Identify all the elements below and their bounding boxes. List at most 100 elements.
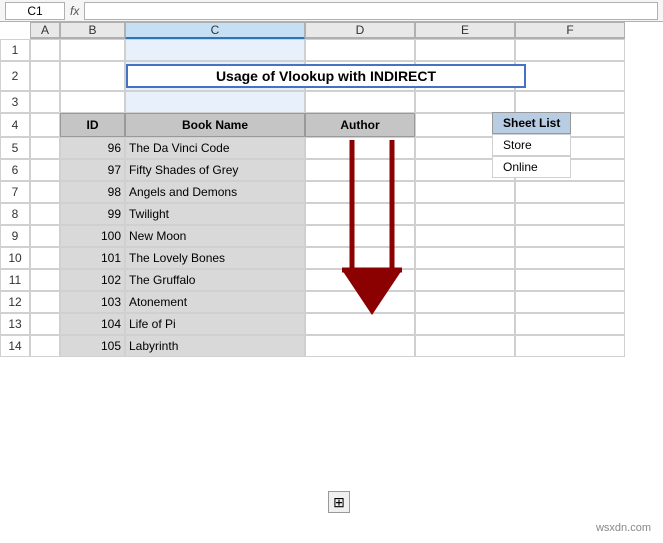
cell-F10[interactable] xyxy=(515,247,625,269)
cell-A1[interactable] xyxy=(30,39,60,61)
grid: 1 2 Usage of Vlookup with INDIRECT 3 xyxy=(0,39,663,357)
cell-C5[interactable]: The Da Vinci Code xyxy=(125,137,305,159)
cell-A4[interactable] xyxy=(30,113,60,137)
cell-F7[interactable] xyxy=(515,181,625,203)
cell-F14[interactable] xyxy=(515,335,625,357)
cell-C8[interactable]: Twilight xyxy=(125,203,305,225)
cell-B6[interactable]: 97 xyxy=(60,159,125,181)
cell-C3[interactable] xyxy=(125,91,305,113)
cell-D7[interactable] xyxy=(305,181,415,203)
cell-F2[interactable] xyxy=(515,61,625,91)
cell-B13[interactable]: 104 xyxy=(60,313,125,335)
cell-C14[interactable]: Labyrinth xyxy=(125,335,305,357)
cell-B8[interactable]: 99 xyxy=(60,203,125,225)
cell-A14[interactable] xyxy=(30,335,60,357)
cell-A10[interactable] xyxy=(30,247,60,269)
cell-A3[interactable] xyxy=(30,91,60,113)
cell-D13[interactable] xyxy=(305,313,415,335)
cell-A6[interactable] xyxy=(30,159,60,181)
cell-D1[interactable] xyxy=(305,39,415,61)
cell-E8[interactable] xyxy=(415,203,515,225)
quick-analysis-icon[interactable]: ⊞ xyxy=(328,491,350,513)
cell-C6[interactable]: Fifty Shades of Grey xyxy=(125,159,305,181)
cell-F11[interactable] xyxy=(515,269,625,291)
cell-E3[interactable] xyxy=(415,91,515,113)
cell-C11[interactable]: The Gruffalo xyxy=(125,269,305,291)
cell-B3[interactable] xyxy=(60,91,125,113)
grid-row-1: 1 xyxy=(0,39,663,61)
cell-F3[interactable] xyxy=(515,91,625,113)
sheet-list-item-store[interactable]: Store xyxy=(492,134,571,156)
cell-A2[interactable] xyxy=(30,61,60,91)
row-num-2: 2 xyxy=(0,61,30,91)
cell-D8[interactable] xyxy=(305,203,415,225)
cell-B7[interactable]: 98 xyxy=(60,181,125,203)
spreadsheet: fx A B C D E F 1 2 Usage of Vlookup with xyxy=(0,0,663,543)
cell-C2[interactable]: Usage of Vlookup with INDIRECT xyxy=(125,61,305,91)
cell-A7[interactable] xyxy=(30,181,60,203)
col-header-A[interactable]: A xyxy=(30,22,60,39)
cell-A11[interactable] xyxy=(30,269,60,291)
cell-C10[interactable]: The Lovely Bones xyxy=(125,247,305,269)
cell-B14[interactable]: 105 xyxy=(60,335,125,357)
cell-A13[interactable] xyxy=(30,313,60,335)
name-box[interactable] xyxy=(5,2,65,20)
cell-B9[interactable]: 100 xyxy=(60,225,125,247)
cell-C9[interactable]: New Moon xyxy=(125,225,305,247)
cell-E11[interactable] xyxy=(415,269,515,291)
cell-E10[interactable] xyxy=(415,247,515,269)
col-header-B[interactable]: B xyxy=(60,22,125,39)
cell-D4-author[interactable]: Author xyxy=(305,113,415,137)
col-header-F[interactable]: F xyxy=(515,22,625,39)
cell-B10[interactable]: 101 xyxy=(60,247,125,269)
col-header-D[interactable]: D xyxy=(305,22,415,39)
row-num-13: 13 xyxy=(0,313,30,335)
cell-A9[interactable] xyxy=(30,225,60,247)
formula-input[interactable] xyxy=(84,2,658,20)
col-header-E[interactable]: E xyxy=(415,22,515,39)
cell-F9[interactable] xyxy=(515,225,625,247)
col-header-C[interactable]: C xyxy=(125,22,305,39)
cell-C13[interactable]: Life of Pi xyxy=(125,313,305,335)
cell-D9[interactable] xyxy=(305,225,415,247)
cell-B11[interactable]: 102 xyxy=(60,269,125,291)
cell-D3[interactable] xyxy=(305,91,415,113)
cell-B1[interactable] xyxy=(60,39,125,61)
cell-D10[interactable] xyxy=(305,247,415,269)
cell-E1[interactable] xyxy=(415,39,515,61)
sheet-list-container: Sheet List Store Online xyxy=(492,112,571,178)
grid-row-9: 9 100 New Moon xyxy=(0,225,663,247)
cell-B12[interactable]: 103 xyxy=(60,291,125,313)
cell-C7[interactable]: Angels and Demons xyxy=(125,181,305,203)
cell-F1[interactable] xyxy=(515,39,625,61)
cell-E13[interactable] xyxy=(415,313,515,335)
cell-C4-bookname[interactable]: Book Name xyxy=(125,113,305,137)
cell-D12[interactable] xyxy=(305,291,415,313)
cell-E9[interactable] xyxy=(415,225,515,247)
cell-E12[interactable] xyxy=(415,291,515,313)
cell-F13[interactable] xyxy=(515,313,625,335)
cell-B2[interactable] xyxy=(60,61,125,91)
sheet-list-header: Sheet List xyxy=(492,112,571,134)
cell-D14[interactable] xyxy=(305,335,415,357)
grid-row-11: 11 102 The Gruffalo xyxy=(0,269,663,291)
cell-A8[interactable] xyxy=(30,203,60,225)
cell-A12[interactable] xyxy=(30,291,60,313)
sheet-list-item-online[interactable]: Online xyxy=(492,156,571,178)
cell-D6[interactable] xyxy=(305,159,415,181)
cell-E14[interactable] xyxy=(415,335,515,357)
cell-F8[interactable] xyxy=(515,203,625,225)
cell-D11[interactable] xyxy=(305,269,415,291)
cell-B4-id[interactable]: ID xyxy=(60,113,125,137)
column-headers: A B C D E F xyxy=(30,22,663,39)
cell-F12[interactable] xyxy=(515,291,625,313)
cell-A5[interactable] xyxy=(30,137,60,159)
row-num-10: 10 xyxy=(0,247,30,269)
cell-D5[interactable] xyxy=(305,137,415,159)
row-num-12: 12 xyxy=(0,291,30,313)
cell-B5[interactable]: 96 xyxy=(60,137,125,159)
grid-row-12: 12 103 Atonement xyxy=(0,291,663,313)
cell-C1[interactable] xyxy=(125,39,305,61)
cell-C12[interactable]: Atonement xyxy=(125,291,305,313)
cell-E7[interactable] xyxy=(415,181,515,203)
